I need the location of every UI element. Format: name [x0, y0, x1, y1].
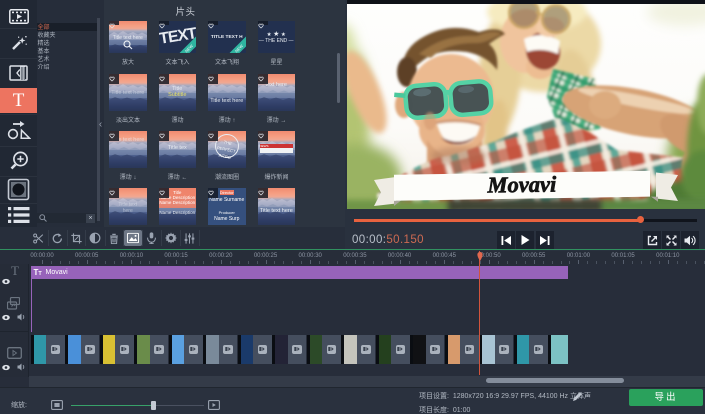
svg-text:Movavi: Movavi — [486, 172, 557, 198]
